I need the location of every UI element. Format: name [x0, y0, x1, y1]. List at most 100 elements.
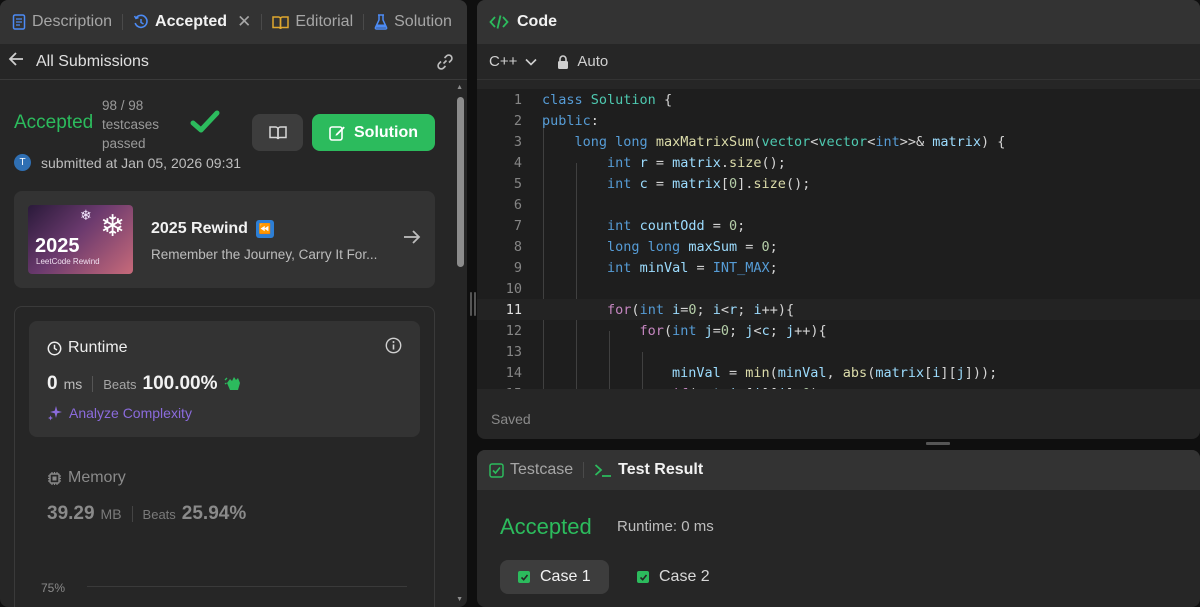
code-text: minVal = min(minVal, abs(matrix[i][j])); — [672, 364, 998, 381]
open-book-icon — [268, 126, 287, 140]
all-submissions-link[interactable]: All Submissions — [36, 53, 149, 71]
vertical-resize-handle[interactable] — [474, 292, 476, 316]
tab-testcase[interactable]: Testcase — [489, 461, 573, 479]
back-arrow-icon[interactable] — [8, 52, 28, 71]
rewind-image-caption: LeetCode Rewind — [36, 257, 100, 266]
runtime-unit: ms — [63, 376, 83, 392]
memory-metric: 39.29 MB Beats 25.94% — [47, 503, 246, 525]
analyze-complexity-link[interactable]: Analyze Complexity — [47, 405, 192, 421]
lock-icon — [558, 54, 569, 69]
language-value: C++ — [489, 53, 518, 70]
code-line: 14 minVal = min(minVal, abs(matrix[i][j]… — [477, 362, 1200, 383]
info-icon[interactable] — [385, 337, 402, 359]
tab-accepted[interactable]: Accepted ✕ — [133, 12, 251, 32]
code-text: int r = matrix.size(); — [607, 154, 786, 171]
submissions-header: All Submissions — [0, 44, 467, 80]
tab-label: Testcase — [510, 461, 574, 478]
code-line: 12 for(int j=0; j<c; j++){ — [477, 320, 1200, 341]
case-2-tab[interactable]: Case 2 — [619, 560, 728, 594]
submission-panel: Description Accepted ✕ Editorial Solutio… — [0, 0, 467, 607]
check-icon — [637, 571, 649, 583]
line-number: 4 — [513, 154, 522, 171]
horizontal-resize-handle[interactable] — [926, 442, 950, 445]
rewind-image: ❄ ❄ 2025 LeetCode Rewind — [28, 205, 133, 274]
avatar[interactable]: T — [14, 154, 31, 171]
chip-icon — [48, 471, 61, 485]
code-text: if(matrix[i][j]<0) — [542, 386, 818, 390]
memory-value: 39.29 — [47, 503, 95, 524]
tab-solution[interactable]: Solution — [374, 13, 452, 31]
submission-status-row: Accepted 98 / 98 testcases passed Soluti… — [14, 94, 439, 174]
case-1-tab[interactable]: Case 1 — [500, 560, 609, 594]
line-number: 10 — [505, 280, 522, 297]
code-line: 5 int c = matrix[0].size(); — [477, 173, 1200, 194]
chart-tick-label: 75% — [41, 581, 66, 595]
code-line: 13 — [477, 341, 1200, 362]
submitted-info: T submitted at Jan 05, 2026 09:31 — [14, 154, 241, 171]
passed-label: testcases passed — [102, 117, 160, 151]
code-line: 10 — [477, 278, 1200, 299]
clock-icon — [47, 341, 62, 355]
line-number: 11 — [505, 301, 522, 318]
tab-divider — [122, 14, 124, 30]
test-result-panel: Testcase Test Result Accepted Runtime: 0… — [477, 450, 1200, 607]
tab-divider — [363, 14, 365, 30]
runtime-title: Runtime — [47, 339, 128, 357]
submitted-time: submitted at Jan 05, 2026 09:31 — [41, 154, 242, 171]
tab-editorial[interactable]: Editorial — [272, 13, 353, 31]
code-text: for(int i=0; i<r; i++){ — [607, 301, 795, 318]
sparkle-icon — [48, 406, 62, 421]
submission-status: Accepted — [14, 112, 94, 133]
test-result-runtime: Runtime: 0 ms — [617, 518, 714, 535]
divider — [131, 506, 133, 522]
code-line: 4 int r = matrix.size(); — [477, 152, 1200, 173]
flask-icon — [374, 14, 388, 30]
vertical-resize-handle[interactable] — [470, 292, 472, 316]
code-text: long long maxMatrixSum(vector<vector<int… — [574, 133, 1006, 150]
edit-icon — [329, 126, 345, 141]
tab-divider — [583, 462, 585, 478]
tab-test-result[interactable]: Test Result — [594, 461, 703, 479]
code-text: for(int j=0; j<c; j++){ — [639, 322, 827, 339]
code-icon — [489, 15, 509, 29]
performance-stats: Runtime 0 ms Beats 100.00% Analyze Compl… — [14, 306, 435, 607]
line-number: 2 — [513, 112, 522, 129]
chevron-down-icon — [525, 58, 537, 66]
code-text: int c = matrix[0].size(); — [607, 175, 811, 192]
line-number: 8 — [513, 238, 522, 255]
close-icon[interactable]: ✕ — [237, 12, 251, 32]
testcases-passed: 98 / 98 testcases passed — [102, 96, 192, 153]
code-editor[interactable]: 1 class Solution { 2 public: 3 long long m… — [477, 89, 1200, 389]
code-text: int minVal = INT_MAX; — [607, 259, 778, 276]
rewind-banner[interactable]: ❄ ❄ 2025 LeetCode Rewind 2025 Rewind ⏪ R… — [14, 191, 435, 288]
rewind-title: 2025 Rewind ⏪ — [151, 220, 274, 238]
code-line: 3 long long maxMatrixSum(vector<vector<i… — [477, 131, 1200, 152]
line-number: 15 — [477, 386, 522, 390]
code-line: 15 if(matrix[i][j]<0) — [477, 383, 1200, 390]
tab-description[interactable]: Description — [12, 13, 112, 31]
line-number: 7 — [513, 217, 522, 234]
language-select[interactable]: C++ — [489, 53, 537, 70]
runtime-metric: 0 ms Beats 100.00% — [47, 373, 242, 395]
code-text: long long maxSum = 0; — [607, 238, 778, 255]
analyze-complexity-label: Analyze Complexity — [69, 405, 192, 421]
memory-title[interactable]: Memory — [47, 469, 126, 487]
code-line: 8 long long maxSum = 0; — [477, 236, 1200, 257]
line-number: 3 — [513, 133, 522, 150]
line-number: 14 — [505, 364, 522, 381]
case-label: Case 2 — [659, 568, 710, 585]
line-number: 1 — [513, 91, 522, 108]
code-line: 6 — [477, 194, 1200, 215]
open-book-button[interactable] — [252, 114, 303, 151]
auto-mode-toggle[interactable]: Auto — [557, 53, 608, 70]
solution-button[interactable]: Solution — [312, 114, 435, 151]
saved-status: Saved — [491, 411, 531, 427]
link-icon[interactable] — [435, 52, 455, 72]
rewind-image-year: 2025 — [35, 235, 80, 257]
runtime-title-text: Runtime — [68, 339, 128, 356]
runtime-card[interactable]: Runtime 0 ms Beats 100.00% Analyze Compl… — [29, 321, 420, 437]
code-line: 1 class Solution { — [477, 89, 1200, 110]
code-line-current: 11 for(int i=0; i<r; i++){ — [477, 299, 1200, 320]
line-number: 6 — [513, 196, 522, 213]
arrow-right-icon[interactable] — [403, 227, 421, 250]
